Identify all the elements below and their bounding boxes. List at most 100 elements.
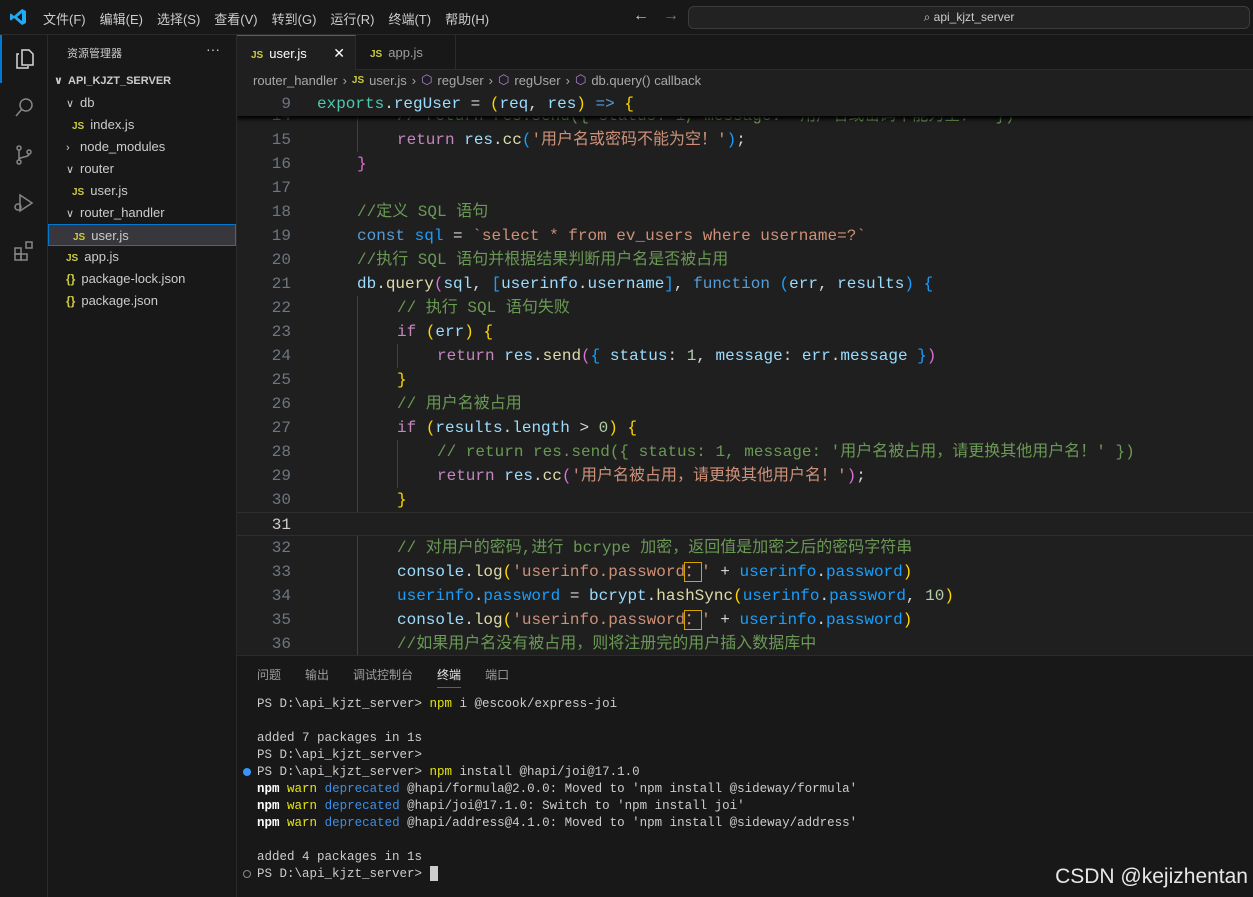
code-token: , <box>472 275 492 293</box>
code-token: // 对用户的密码,进行 bcrype 加密，返回值是加密之后的密码字符串 <box>397 539 913 557</box>
code-editor[interactable]: 14// return res.send({ status: 1, messag… <box>237 92 1253 655</box>
menu-item[interactable]: 选择(S) <box>157 9 200 28</box>
menu-item[interactable]: 转到(G) <box>272 9 317 28</box>
tree-item-label: db <box>80 95 95 110</box>
command-center-search[interactable]: ⌕ api_kjzt_server <box>688 6 1250 29</box>
line-code: console.log('userinfo.password：' + useri… <box>397 560 912 584</box>
panel-tab[interactable]: 终端 <box>437 666 462 688</box>
menu-item[interactable]: 帮助(H) <box>445 9 489 28</box>
code-token: + <box>710 611 740 629</box>
code-line: 23 if (err) { <box>237 320 1253 344</box>
tree-item[interactable]: ∨ router <box>48 158 236 180</box>
code-token: . <box>376 275 386 293</box>
panel-tab[interactable]: 输出 <box>305 666 329 688</box>
forward-arrow-icon[interactable]: → <box>663 7 679 25</box>
code-line: 33 console.log('userinfo.password：' + use… <box>237 560 1253 584</box>
source-control-icon[interactable] <box>0 131 48 179</box>
code-token: . <box>816 563 826 581</box>
breadcrumb-item[interactable]: regUser <box>514 73 560 88</box>
tree-item[interactable]: JS user.js <box>48 180 236 202</box>
breadcrumb-item[interactable]: regUser <box>437 73 483 88</box>
search-icon[interactable] <box>0 83 48 131</box>
code-token: . <box>533 347 543 365</box>
code-token: ) <box>608 419 618 437</box>
code-token: ) <box>576 95 586 113</box>
code-token: 0 <box>598 419 609 437</box>
tab-app-js[interactable]: JS app.js <box>356 35 456 70</box>
terminal-text: install @hapi/joi@17.1.0 <box>452 765 640 779</box>
workspace-root[interactable]: ∨ API_KJZT_SERVER <box>48 70 236 92</box>
line-number: 26 <box>271 395 291 413</box>
indent-guide <box>357 368 358 392</box>
tab-user-js[interactable]: JS user.js ✕ <box>237 35 356 70</box>
menu-item[interactable]: 编辑(E) <box>100 9 143 28</box>
explorer-icon[interactable] <box>0 35 48 83</box>
line-code: return res.send({ status: 1, message: er… <box>437 344 936 368</box>
code-token: if <box>397 323 417 341</box>
code-token: cc <box>502 131 522 149</box>
code-token: length <box>512 419 570 437</box>
tree-item-label: package.json <box>81 293 158 308</box>
code-token: ; <box>856 467 866 485</box>
panel-tab[interactable]: 问题 <box>257 666 281 688</box>
tree-item[interactable]: › node_modules <box>48 136 236 158</box>
panel-tab[interactable]: 调试控制台 <box>353 666 413 688</box>
title-bar: 文件(F) 编辑(E) 选择(S) 查看(V) 转到(G) 运行(R) 终端(T) 帮助(H)… <box>0 0 1253 35</box>
code-token: ) <box>846 467 857 485</box>
run-debug-icon[interactable] <box>0 179 48 227</box>
tree-item[interactable]: {} package.json <box>48 290 236 312</box>
close-icon[interactable]: ✕ <box>333 36 345 71</box>
tree-item[interactable]: JS app.js <box>48 246 236 268</box>
indent-guide <box>357 560 358 584</box>
code-token: hashSync <box>656 587 734 605</box>
menu-item[interactable]: 终端(T) <box>388 9 431 28</box>
tree-item[interactable]: JS index.js <box>48 114 236 136</box>
back-arrow-icon[interactable]: ← <box>633 7 649 25</box>
code-token: //如果用户名没有被占用，则将注册完的用户插入数据库中 <box>397 635 817 653</box>
line-number: 25 <box>271 371 291 389</box>
tree-item[interactable]: {} package-lock.json <box>48 268 236 290</box>
code-token: res <box>504 467 534 485</box>
more-actions-icon[interactable]: ··· <box>206 41 220 57</box>
code-token: 1 <box>686 347 697 365</box>
extensions-icon[interactable] <box>0 227 48 275</box>
indent-guide <box>357 464 358 488</box>
tree-item[interactable]: ∨ router_handler <box>48 202 236 224</box>
code-token: password <box>483 587 561 605</box>
tree-item[interactable]: JS user.js <box>48 224 236 246</box>
menu-item[interactable]: 运行(R) <box>330 9 374 28</box>
code-token: if <box>397 419 417 437</box>
indent-guide <box>357 536 358 560</box>
code-token: . <box>646 587 657 605</box>
code-token: res <box>464 131 494 149</box>
code-token: . <box>473 587 484 605</box>
breadcrumb-item[interactable]: db.query() callback <box>591 73 701 88</box>
code-line: 24 return res.send({ status: 1, message: … <box>237 344 1253 368</box>
code-token: , <box>817 275 838 293</box>
code-token: ( <box>425 419 436 437</box>
code-line: 32 // 对用户的密码,进行 bcrype 加密，返回值是加密之后的密码字符串 <box>237 536 1253 560</box>
code-token: { <box>923 275 934 293</box>
indent-guide <box>357 416 358 440</box>
code-line: 28 // return res.send({ status: 1, messag… <box>237 440 1253 464</box>
terminal[interactable]: PS D:\api_kjzt_server> npm i @escook/exp… <box>243 696 858 883</box>
breadcrumb-item[interactable]: user.js <box>369 73 407 88</box>
code-line: 18 //定义 SQL 语句 <box>237 200 1253 224</box>
menu-item[interactable]: 文件(F) <box>43 9 86 28</box>
indent-guide <box>357 128 358 152</box>
code-line: 16} <box>237 152 1253 176</box>
code-line: 27 if (results.length > 0) { <box>237 416 1253 440</box>
terminal-text: @hapi/address@4.1.0: Moved to 'npm insta… <box>399 816 858 830</box>
code-token: password <box>829 587 906 605</box>
indent-guide <box>357 584 358 608</box>
breadcrumb-item[interactable]: router_handler <box>253 73 338 88</box>
code-token: 'userinfo.password <box>512 611 686 629</box>
panel-tab[interactable]: 端口 <box>485 666 509 688</box>
tree-item[interactable]: ∨ db <box>48 92 236 114</box>
menu-item[interactable]: 查看(V) <box>214 9 257 28</box>
indent-guide <box>357 296 358 320</box>
